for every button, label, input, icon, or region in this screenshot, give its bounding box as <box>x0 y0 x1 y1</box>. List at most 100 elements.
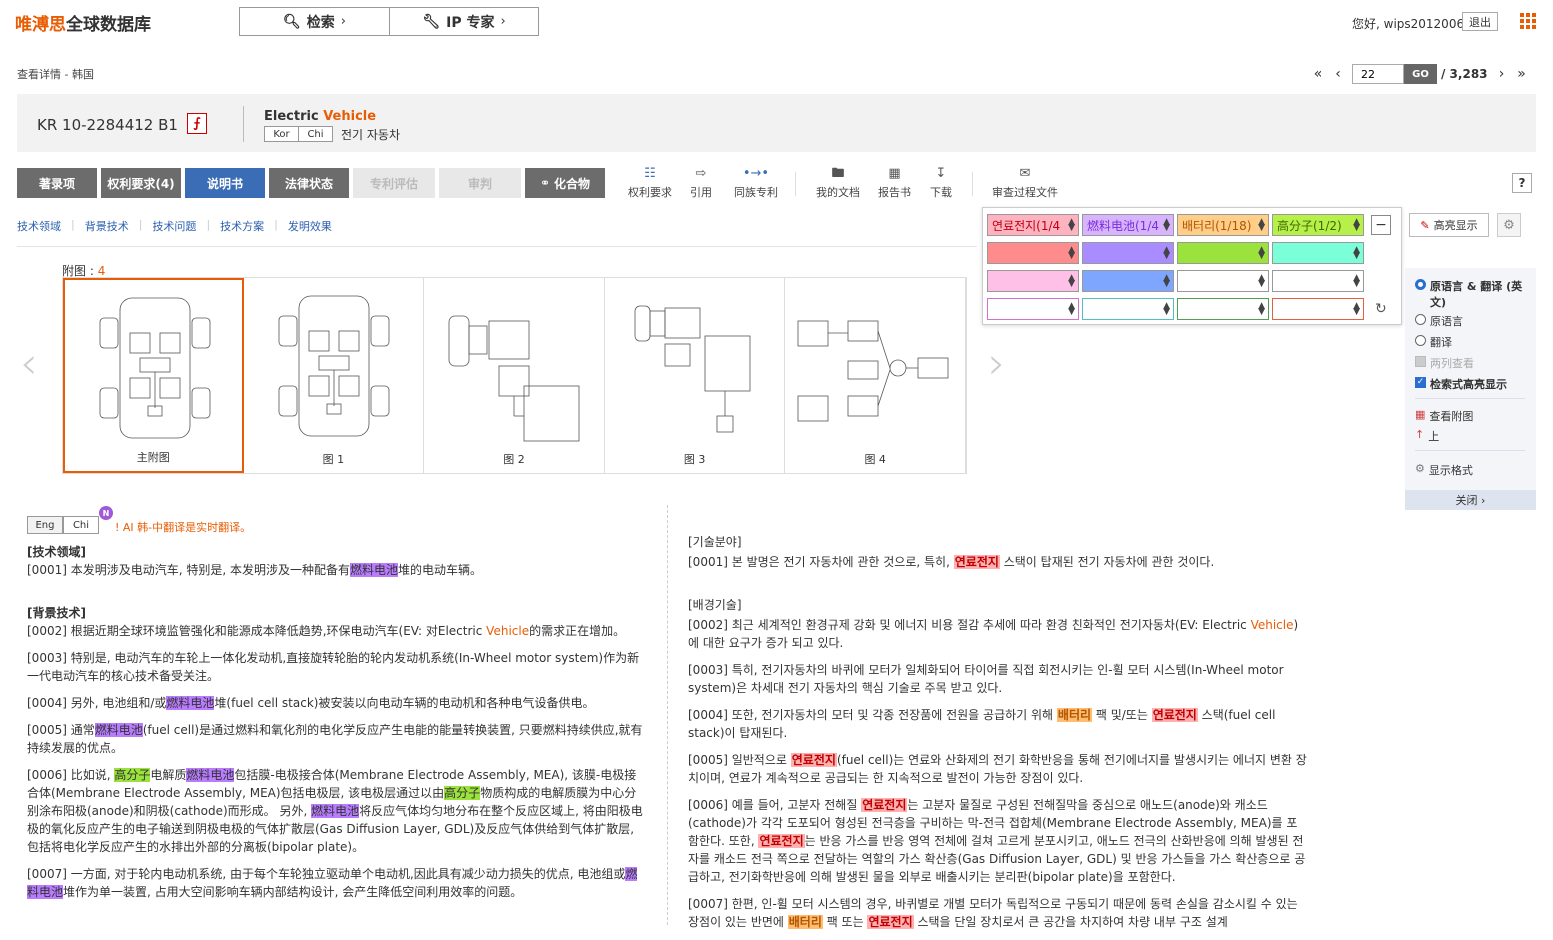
go-button[interactable]: GO <box>1404 64 1437 84</box>
refresh-icon[interactable]: ↻ <box>1375 301 1387 317</box>
color-select[interactable]: ▲ ▼ <box>1272 298 1364 320</box>
tab-description[interactable]: 说明书 <box>185 168 265 198</box>
anchor-solution[interactable]: 技术方案 <box>210 218 274 234</box>
chevron-right-icon: › <box>500 14 506 29</box>
report-icon: ▦ <box>888 166 901 181</box>
first-page-button[interactable]: « <box>1308 66 1328 82</box>
color-select[interactable]: ▲ ▼ <box>1082 242 1174 264</box>
help-button[interactable]: ? <box>1512 173 1532 193</box>
color-select[interactable]: ▲ ▼ <box>1177 270 1269 292</box>
lang-chi-button[interactable]: Chi <box>63 516 99 534</box>
color-select[interactable]: ▲ ▼ <box>1272 270 1364 292</box>
figure-thumb-4[interactable]: 图 4 <box>785 278 966 473</box>
ip-expert-button[interactable]: 🔧︎ IP 专家 › <box>389 7 539 36</box>
grid-icon: ▦ <box>1415 408 1426 421</box>
highlight-panel: 연료전지(1/4 ▲ ▼ 燃料电池(1/4 ▲ ▼ 배터리(1/18) ▲ ▼ 高分子(1/… <box>982 207 1402 325</box>
figure-thumb-2[interactable]: 图 2 <box>424 278 605 473</box>
logo-brand: 唯溥思 <box>15 15 66 35</box>
paragraph-0003: [0003] 특히, 전기자동차의 바퀴에 모터가 일체화되어 타이어를 직접 … <box>688 663 1284 695</box>
highlight-term-3[interactable]: 배터리(1/18) ▲ ▼ <box>1177 214 1269 236</box>
divider <box>1415 398 1525 399</box>
citation-tool[interactable]: ⇨ 引用 <box>690 167 712 200</box>
section-anchors: 技术领域 | 背景技术 | 技术问题 | 技术方案 | 发明效果 <box>17 218 342 234</box>
download-tool[interactable]: ↧ 下载 <box>930 167 952 200</box>
claims-tree-tool[interactable]: ☷ 权利要求 <box>628 167 672 200</box>
paragraph-0001: [0001] 본 발명은 전기 자동차에 관한 것으로, 특히, 연료전지 스택… <box>688 555 1215 569</box>
family-icon: •→• <box>742 166 770 181</box>
last-page-button[interactable]: » <box>1512 66 1532 82</box>
app-grid-icon[interactable] <box>1520 13 1536 29</box>
radio-original-translation[interactable]: 原语言 & 翻译 (英文) <box>1415 278 1530 310</box>
color-select[interactable]: ▲ ▼ <box>987 298 1079 320</box>
mail-icon: ✉ <box>1019 166 1031 181</box>
car-layout-figure <box>278 295 390 437</box>
tab-legal-status[interactable]: 法律状态 <box>269 168 349 198</box>
figure-thumb-1[interactable]: 图 1 <box>244 278 425 473</box>
page-input[interactable] <box>1352 64 1404 84</box>
user-greeting: 您好, wips2012006 <box>1352 17 1465 31</box>
figure-thumb-main[interactable]: 主附图 <box>63 278 244 473</box>
radio-translation[interactable]: 翻译 <box>1415 334 1452 350</box>
chevron-right-icon[interactable]: › <box>988 338 1006 389</box>
radio-original[interactable]: 原语言 <box>1415 313 1463 329</box>
translated-text-column: [技术领域] [0001] 本发明涉及电动汽车, 特别是, 本发明涉及一种配备有… <box>27 543 647 910</box>
lang-kor-button[interactable]: Kor <box>264 126 299 142</box>
search-button[interactable]: 🔍︎ 检索 › <box>239 7 390 36</box>
display-format-link[interactable]: ⚙ 显示格式 <box>1415 462 1473 478</box>
color-select[interactable]: ▲ ▼ <box>1082 298 1174 320</box>
car-layout-figure <box>99 297 211 439</box>
color-select[interactable]: ▲ ▼ <box>1177 242 1269 264</box>
my-docs-tool[interactable]: 🖿︎ 我的文档 <box>816 167 860 200</box>
prosecution-docs-tool[interactable]: ✉ 审查过程文件 <box>992 167 1058 200</box>
color-select[interactable]: ▲ ▼ <box>1177 298 1269 320</box>
tab-claims[interactable]: 权利要求(4) <box>101 168 181 198</box>
title-band <box>17 94 1536 152</box>
lang-eng-button[interactable]: Eng <box>27 516 63 534</box>
report-tool[interactable]: ▦ 报告书 <box>878 167 911 200</box>
logout-button[interactable]: 退出 <box>1462 12 1498 31</box>
tab-bibliography[interactable]: 著录项 <box>17 168 97 198</box>
color-select[interactable]: ▲ ▼ <box>1272 242 1364 264</box>
tab-compound[interactable]: ⚭ 化合物 <box>525 168 605 198</box>
remove-row-button[interactable]: − <box>1371 215 1391 235</box>
ai-translation-note: ! AI 韩-中翻译是实时翻译。 <box>115 521 252 534</box>
lang-chi-button[interactable]: Chi <box>298 126 333 142</box>
figure-thumb-3[interactable]: 图 3 <box>605 278 786 473</box>
highlight-button[interactable]: ✎ 高亮显示 <box>1409 213 1489 237</box>
system-figure <box>634 305 751 433</box>
close-panel-button[interactable]: 关闭 › <box>1405 490 1536 510</box>
heading-field: [기술분야] <box>688 535 742 549</box>
paragraph-0005: [0005] 通常燃料电池(fuel cell)是通过燃料和氧化剂的电化学反应产… <box>27 723 643 755</box>
next-page-button[interactable]: › <box>1492 66 1512 82</box>
paragraph-0003: [0003] 特别是, 电动汽车的车轮上一体化发动机,直接旋转轮胎的轮内发动机系… <box>27 651 640 683</box>
folder-icon: 🖿︎ <box>831 166 845 181</box>
gear-icon[interactable]: ⚙ <box>1497 213 1521 237</box>
paragraph-0002: [0002] 根据近期全球环境监管强化和能源成本降低趋势,环保电动汽车(EV: … <box>27 624 626 638</box>
chevron-left-icon[interactable]: ‹ <box>20 338 38 389</box>
view-figures-link[interactable]: ▦ 查看附图 <box>1415 408 1473 424</box>
checkbox-query-highlight[interactable]: ✓ 检索式高亮显示 <box>1415 376 1507 392</box>
scroll-up-link[interactable]: ↑ 上 <box>1415 428 1439 444</box>
highlight-term-4[interactable]: 高分子(1/2) ▲ ▼ <box>1272 214 1364 236</box>
color-select[interactable]: ▲ ▼ <box>1082 270 1174 292</box>
anchor-effect[interactable]: 发明效果 <box>278 218 342 234</box>
paragraph-0002: [0002] 최근 세계적인 환경규제 강화 및 에너지 비용 절감 추세에 따… <box>688 618 1299 650</box>
view-options-panel: 原语言 & 翻译 (英文) 原语言 翻译 两列查看 ✓ 检索式高亮显示 ▦ 查看附图… <box>1405 268 1536 510</box>
highlight-term-2[interactable]: 燃料电池(1/4 ▲ ▼ <box>1082 214 1174 236</box>
anchor-field[interactable]: 技术领域 <box>17 218 71 234</box>
color-select[interactable]: ▲ ▼ <box>987 270 1079 292</box>
anchor-background[interactable]: 背景技术 <box>75 218 139 234</box>
wrench-icon: 🔧︎ <box>422 13 441 30</box>
family-tool[interactable]: •→• 同族专利 <box>734 167 778 200</box>
prev-page-button[interactable]: ‹ <box>1328 66 1348 82</box>
pdf-icon[interactable]: ⨍ <box>187 113 207 134</box>
anchor-problem[interactable]: 技术问题 <box>142 218 206 234</box>
molecule-icon: ⚭ <box>539 176 551 190</box>
color-select[interactable]: ▲ ▼ <box>987 242 1079 264</box>
divider <box>972 172 973 196</box>
divider <box>17 246 977 247</box>
logo[interactable]: 唯溥思全球数据库 <box>15 10 151 35</box>
block-diagram-figure <box>797 320 949 422</box>
highlight-term-1[interactable]: 연료전지(1/4 ▲ ▼ <box>987 214 1079 236</box>
korean-title: 전기 자동차 <box>341 128 401 142</box>
